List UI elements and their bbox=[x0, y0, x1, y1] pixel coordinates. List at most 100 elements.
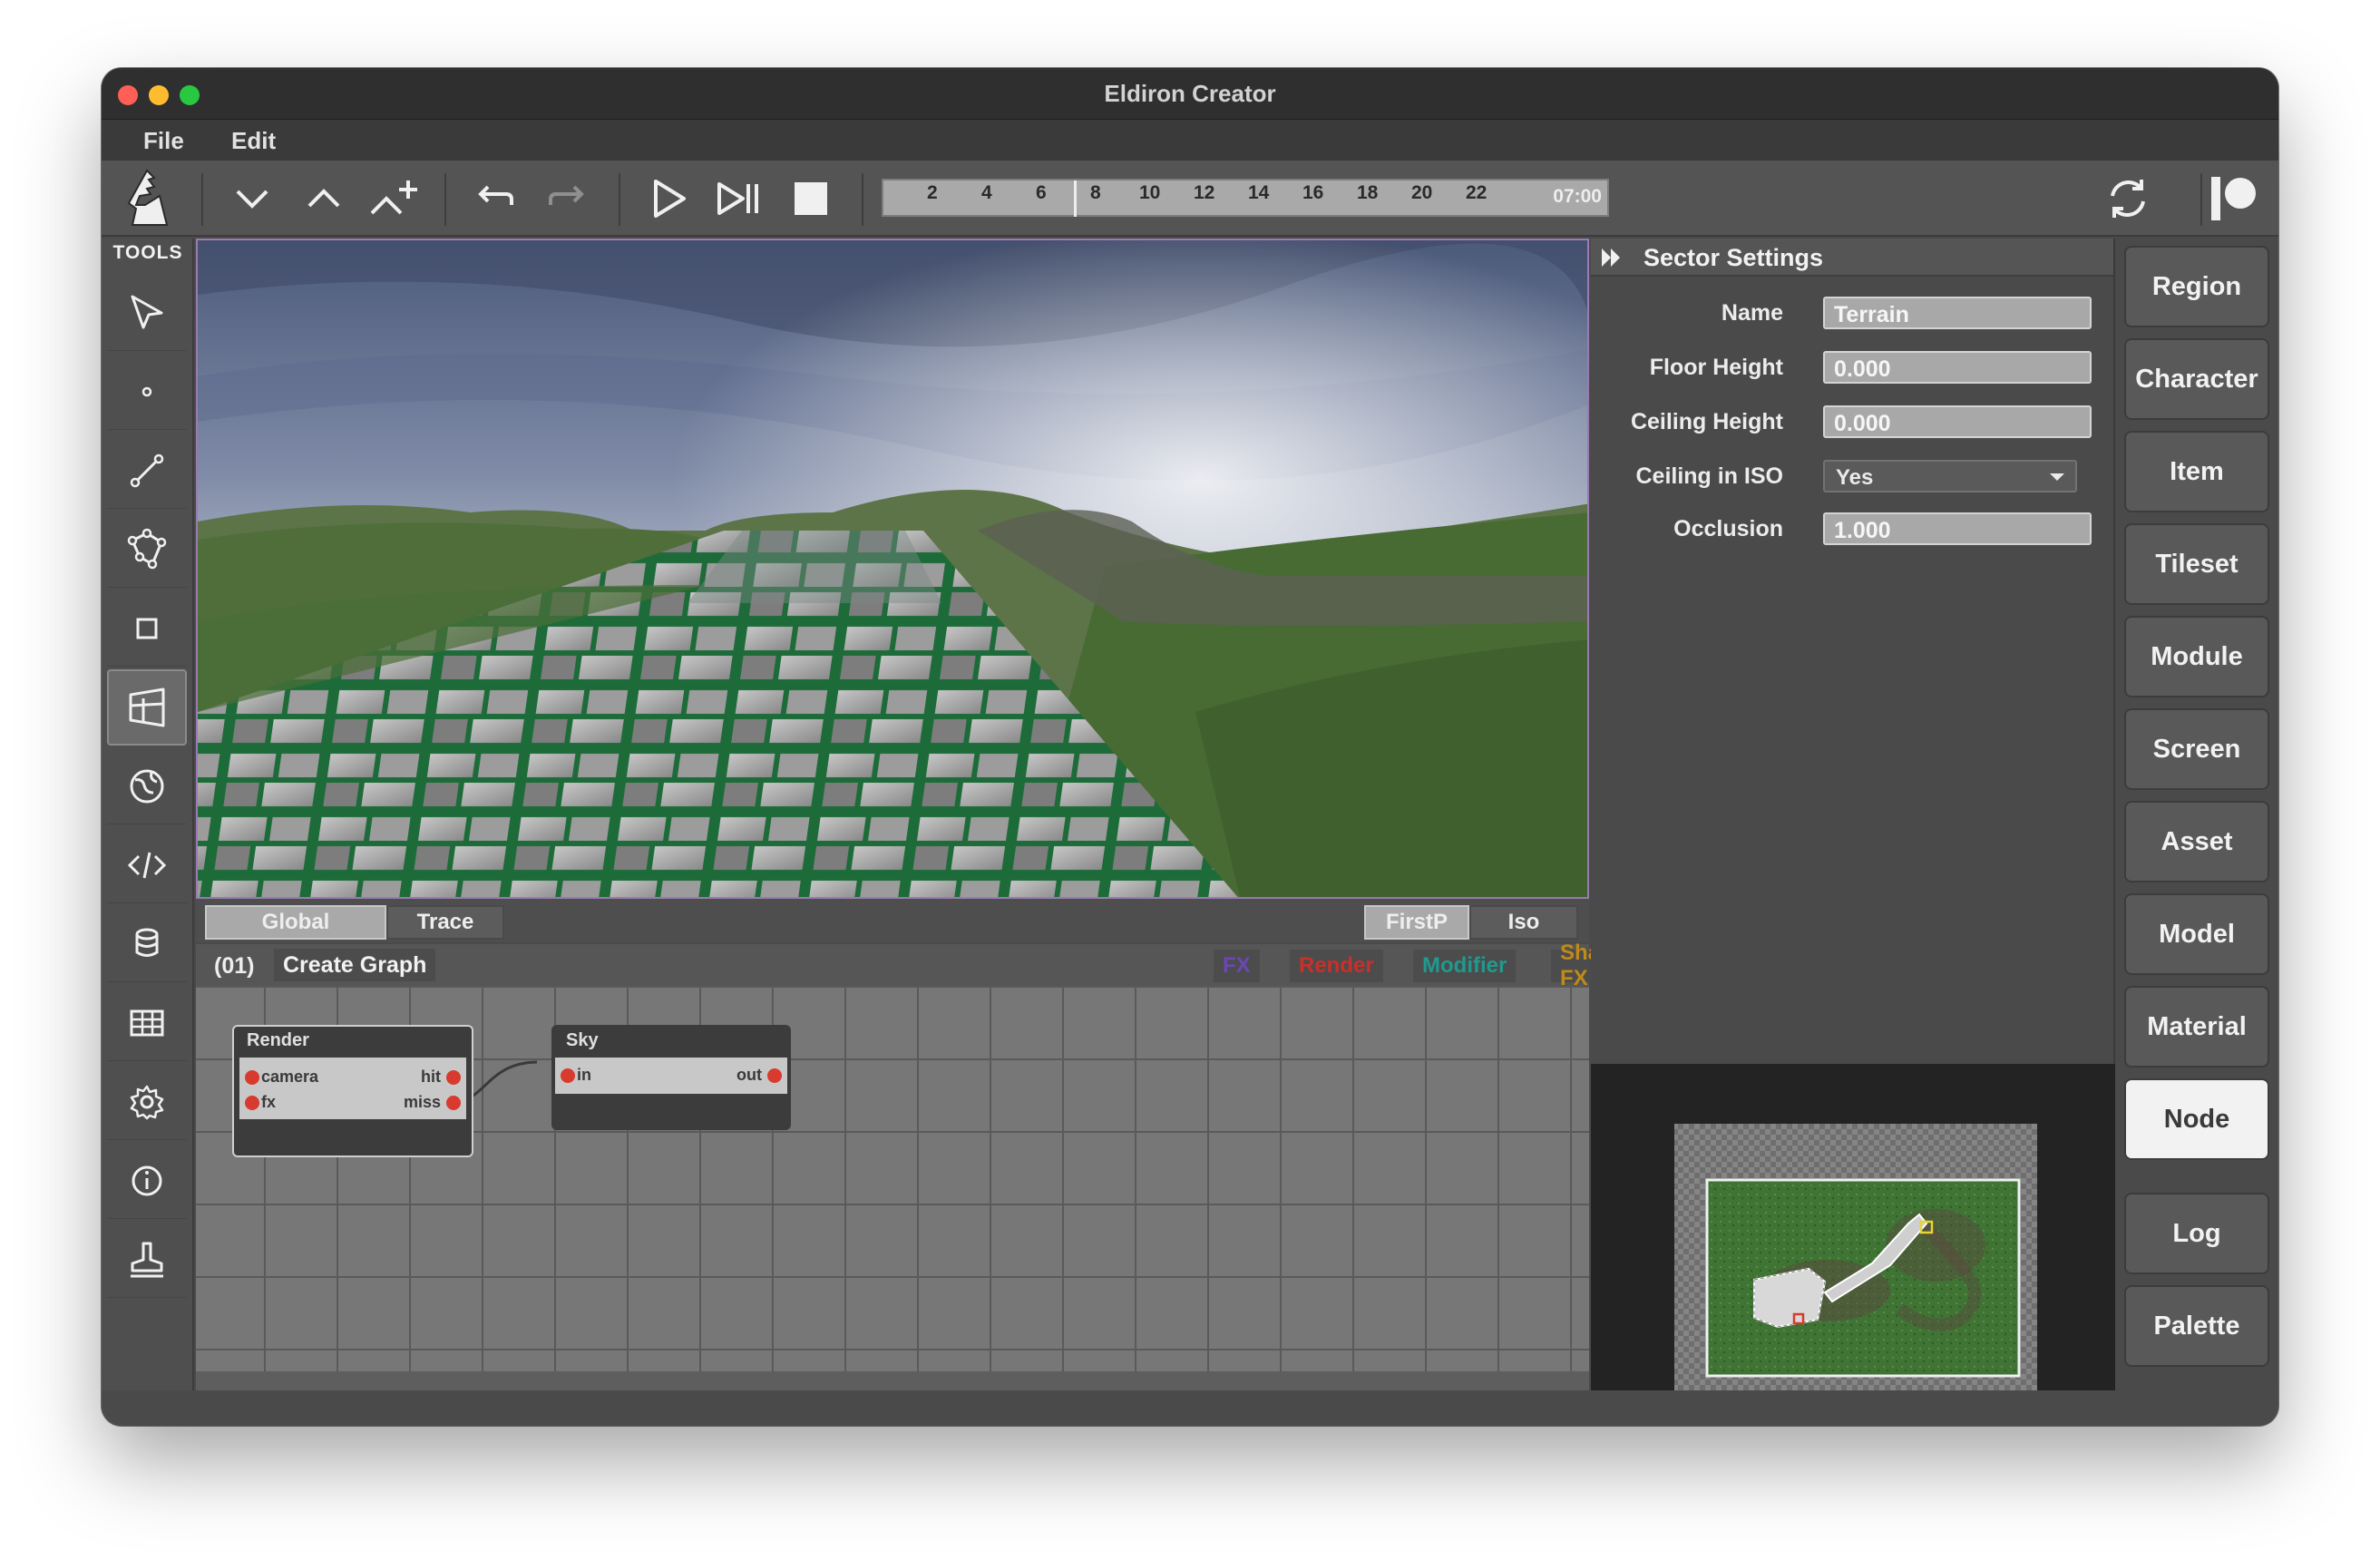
dock-node-button[interactable]: Node bbox=[2124, 1078, 2269, 1160]
tab-firstp[interactable]: FirstP bbox=[1364, 905, 1469, 940]
terrain-render-image bbox=[198, 240, 1587, 897]
render-tool[interactable] bbox=[107, 669, 187, 746]
minimap[interactable] bbox=[1591, 1064, 2115, 1390]
sector-tool[interactable] bbox=[107, 512, 187, 588]
port-label: camera bbox=[261, 1068, 319, 1086]
dock-material-button[interactable]: Material bbox=[2124, 986, 2269, 1068]
occlusion-label: Occlusion bbox=[1673, 516, 1783, 541]
polygon-icon bbox=[127, 528, 167, 569]
hit-output-port[interactable] bbox=[446, 1070, 461, 1085]
dock-asset-button[interactable]: Asset bbox=[2124, 801, 2269, 882]
dock-character-button[interactable]: Character bbox=[2124, 338, 2269, 420]
rect-tool[interactable] bbox=[107, 590, 187, 667]
render-node[interactable]: Render camera fx hit miss bbox=[232, 1025, 473, 1157]
dock-screen-button[interactable]: Screen bbox=[2124, 708, 2269, 790]
select-tool[interactable] bbox=[107, 275, 187, 351]
info-icon bbox=[132, 1165, 162, 1195]
timeline-tick: 22 bbox=[1466, 182, 1488, 203]
dock-log-button[interactable]: Log bbox=[2124, 1193, 2269, 1274]
world-tool[interactable] bbox=[107, 1222, 187, 1298]
create-graph-button[interactable]: Create Graph bbox=[274, 949, 436, 981]
dock-tileset-button[interactable]: Tileset bbox=[2124, 523, 2269, 605]
vertex-icon bbox=[141, 386, 152, 396]
port-label: hit bbox=[421, 1068, 441, 1086]
vertex-tool[interactable] bbox=[107, 354, 187, 430]
chevron-up-icon[interactable] bbox=[297, 173, 351, 224]
timeline-tick: 16 bbox=[1302, 182, 1324, 203]
square-icon bbox=[136, 618, 158, 639]
play-icon[interactable] bbox=[642, 173, 697, 224]
render-viewport[interactable] bbox=[196, 239, 1589, 899]
tileset-tool[interactable] bbox=[107, 985, 187, 1061]
dock-palette-button[interactable]: Palette bbox=[2124, 1285, 2269, 1367]
settings-title: Sector Settings bbox=[1644, 244, 1824, 271]
tab-trace[interactable]: Trace bbox=[386, 905, 504, 940]
globe-icon bbox=[130, 769, 164, 803]
tools-panel: TOOLS bbox=[102, 239, 194, 1390]
redo-icon[interactable] bbox=[540, 173, 594, 224]
sky-node[interactable]: Sky in out bbox=[551, 1025, 791, 1130]
sky-node-body: in out bbox=[555, 1058, 787, 1094]
line-icon bbox=[130, 453, 164, 487]
render-node-title: Render bbox=[247, 1030, 309, 1050]
code-icon bbox=[127, 852, 167, 878]
menu-edit[interactable]: Edit bbox=[231, 127, 276, 155]
undo-icon[interactable] bbox=[468, 173, 522, 224]
dock-module-button[interactable]: Module bbox=[2124, 616, 2269, 697]
sky-node-title: Sky bbox=[566, 1030, 599, 1050]
port-label: in bbox=[577, 1066, 591, 1084]
tag-fx[interactable]: FX bbox=[1214, 950, 1260, 982]
dock-item-button[interactable]: Item bbox=[2124, 431, 2269, 512]
stop-icon[interactable] bbox=[784, 173, 838, 224]
camera-input-port[interactable] bbox=[245, 1070, 259, 1085]
miss-output-port[interactable] bbox=[446, 1096, 461, 1110]
ceiling-iso-label: Ceiling in ISO bbox=[1635, 463, 1783, 489]
menu-bar: File Edit bbox=[102, 120, 2278, 161]
linedef-tool[interactable] bbox=[107, 433, 187, 509]
dock-model-button[interactable]: Model bbox=[2124, 893, 2269, 975]
out-output-port[interactable] bbox=[767, 1068, 782, 1083]
timeline-cursor[interactable] bbox=[1074, 180, 1077, 217]
double-chevron-right-icon[interactable] bbox=[1600, 247, 1624, 268]
settings-header: Sector Settings bbox=[1591, 239, 2113, 277]
timeline-tick: 6 bbox=[1036, 182, 1047, 203]
config-tool[interactable] bbox=[107, 1064, 187, 1140]
info-tool[interactable] bbox=[107, 1143, 187, 1219]
graph-header: (01) Create Graph FX Render Modifier Sha… bbox=[196, 941, 1635, 990]
select-cursor-icon bbox=[131, 295, 163, 328]
fx-input-port[interactable] bbox=[245, 1096, 259, 1110]
game-tool[interactable] bbox=[107, 748, 187, 824]
ceiling-iso-value: Yes bbox=[1836, 465, 1874, 490]
step-icon[interactable] bbox=[711, 173, 766, 224]
timeline-tick: 2 bbox=[927, 182, 938, 203]
refresh-icon[interactable] bbox=[2101, 173, 2155, 224]
occlusion-field[interactable]: 1.000 bbox=[1823, 512, 2092, 545]
ceiling-iso-select[interactable]: Yes bbox=[1823, 460, 2077, 492]
name-field[interactable]: Terrain bbox=[1823, 297, 2092, 329]
render-node-body: camera fx hit miss bbox=[239, 1058, 466, 1119]
add-level-up-icon[interactable] bbox=[368, 173, 423, 224]
perspective-icon bbox=[129, 687, 165, 727]
dock-panel: Region Character Item Tileset Module Scr… bbox=[2117, 239, 2278, 1390]
tab-iso[interactable]: Iso bbox=[1469, 905, 1578, 940]
tag-render[interactable]: Render bbox=[1290, 950, 1383, 982]
floor-height-label: Floor Height bbox=[1649, 355, 1783, 380]
code-tool[interactable] bbox=[107, 827, 187, 903]
node-graph-canvas[interactable]: Render camera fx hit miss Sky in out bbox=[196, 986, 1589, 1371]
timeline-tick: 8 bbox=[1090, 182, 1101, 203]
tag-modifier[interactable]: Modifier bbox=[1413, 950, 1517, 982]
menu-file[interactable]: File bbox=[143, 127, 184, 155]
grid-icon bbox=[130, 1009, 164, 1036]
floor-height-field[interactable]: 0.000 bbox=[1823, 351, 2092, 384]
port-label: miss bbox=[403, 1093, 441, 1111]
patreon-icon[interactable] bbox=[2199, 173, 2268, 224]
chevron-down-icon[interactable] bbox=[225, 173, 279, 224]
in-input-port[interactable] bbox=[561, 1068, 575, 1083]
dock-region-button[interactable]: Region bbox=[2124, 246, 2269, 327]
timeline[interactable]: 2 4 6 8 10 12 14 16 18 20 22 07:00 bbox=[882, 179, 1609, 217]
timeline-tick: 10 bbox=[1139, 182, 1161, 203]
tab-global[interactable]: Global bbox=[205, 905, 386, 940]
title-bar: Eldiron Creator bbox=[102, 68, 2278, 120]
ceiling-height-field[interactable]: 0.000 bbox=[1823, 405, 2092, 438]
data-tool[interactable] bbox=[107, 906, 187, 982]
